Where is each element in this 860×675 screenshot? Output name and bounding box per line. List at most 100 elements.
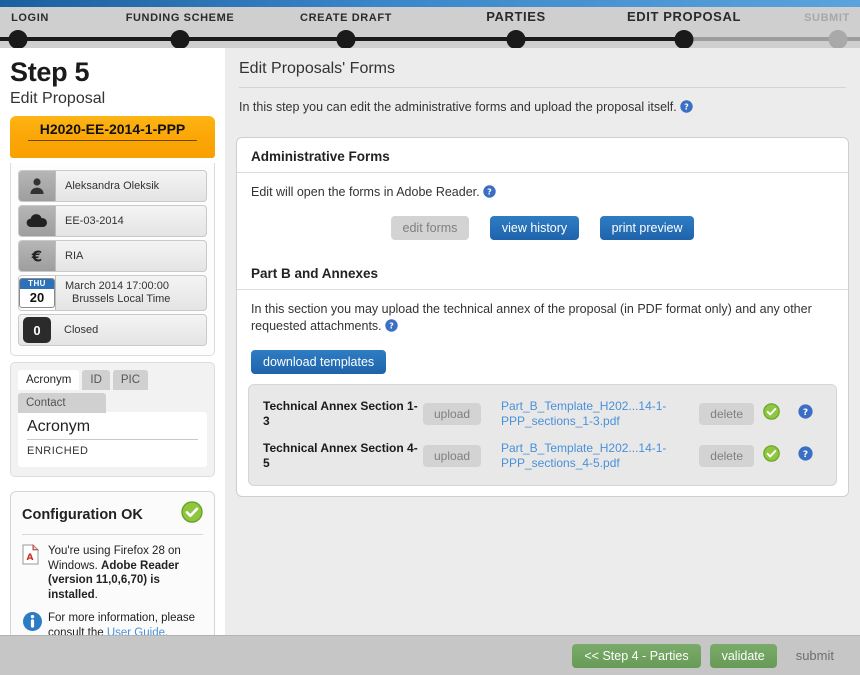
help-icon[interactable]: ? xyxy=(385,319,398,337)
annex-delete-cell: delete xyxy=(684,403,754,425)
tab-panel-acronym: Acronym ENRICHED xyxy=(18,412,207,467)
deadline-timezone: Brussels Local Time xyxy=(72,293,171,305)
info-row-status-text: Closed xyxy=(64,323,99,336)
euro-icon: € xyxy=(19,241,56,271)
annex-row-label: Technical Annex Section 4-5 xyxy=(263,441,418,470)
upload-button[interactable]: upload xyxy=(423,445,482,467)
delete-button[interactable]: delete xyxy=(699,445,754,467)
page-title: Step 5 xyxy=(10,57,90,87)
annex-file-cell: Part_B_Template_H202...14-1-PPP_sections… xyxy=(501,399,684,429)
help-icon[interactable]: ? xyxy=(483,185,496,203)
delete-button[interactable]: delete xyxy=(699,403,754,425)
content-title: Edit Proposals' Forms xyxy=(239,60,846,88)
download-templates-row: download templates xyxy=(237,337,848,374)
help-icon[interactable]: ? xyxy=(788,446,822,466)
info-row-contact-text: Aleksandra Oleksik xyxy=(65,179,160,192)
view-history-button[interactable]: view history xyxy=(489,216,580,240)
step-dot-funding-scheme[interactable] xyxy=(170,30,190,49)
content-intro-text: In this step you can edit the administra… xyxy=(239,100,677,114)
info-row-topic: EE-03-2014 xyxy=(18,205,207,237)
call-identifier-banner: H2020-EE-2014-1-PPP xyxy=(10,116,215,158)
step-label-edit-proposal[interactable]: EDIT PROPOSAL xyxy=(627,9,741,24)
green-check-icon xyxy=(754,403,788,425)
part-b-description: In this section you may upload the techn… xyxy=(237,290,848,337)
back-to-step4-button[interactable]: << Step 4 - Parties xyxy=(572,643,701,668)
help-icon[interactable]: ? xyxy=(788,404,822,424)
page-body: Step 5 Edit Proposal H2020-EE-2014-1-PPP… xyxy=(0,48,860,652)
step-dot-submit xyxy=(828,30,848,49)
main-content: Edit Proposals' Forms In this step you c… xyxy=(225,48,860,642)
edit-forms-button[interactable]: edit forms xyxy=(390,216,470,240)
info-row-deadline: THU 20 March 2014 17:00:00 Brussels Loca… xyxy=(18,275,207,311)
annex-upload-cell: upload xyxy=(423,403,501,425)
help-icon[interactable]: ? xyxy=(680,100,693,116)
stepper-track xyxy=(0,30,860,49)
info-row-contact: Aleksandra Oleksik xyxy=(18,170,207,202)
annex-delete-cell: delete xyxy=(684,445,754,467)
administrative-forms-description-text: Edit will open the forms in Adobe Reader… xyxy=(251,185,480,199)
step-dot-create-draft[interactable] xyxy=(336,30,356,49)
step-label-submit: SUBMIT xyxy=(804,12,850,24)
tab-contact[interactable]: Contact xyxy=(18,393,106,413)
download-templates-button[interactable]: download templates xyxy=(251,350,387,374)
info-row-deadline-text: March 2014 17:00:00 Brussels Local Time xyxy=(56,280,170,306)
annex-upload-cell: upload xyxy=(423,445,501,467)
step-label-create-draft[interactable]: CREATE DRAFT xyxy=(300,12,392,24)
pdf-icon: A xyxy=(22,543,48,602)
step-dot-parties[interactable] xyxy=(506,30,526,49)
svg-text:?: ? xyxy=(802,408,807,418)
annex-file-link[interactable]: Part_B_Template_H202...14-1-PPP_sections… xyxy=(501,441,666,470)
sidebar: Step 5 Edit Proposal H2020-EE-2014-1-PPP… xyxy=(0,48,225,652)
proposal-info-list: Aleksandra Oleksik EE-03-2014 € RIA THU … xyxy=(10,163,215,356)
configuration-reader-note: A You're using Firefox 28 on Windows. Ad… xyxy=(22,543,203,602)
tab-panel-heading: Acronym xyxy=(27,418,198,440)
configuration-title: Configuration OK xyxy=(22,506,143,523)
counter-badge: 0 xyxy=(19,315,55,345)
progress-stepper: LOGIN FUNDING SCHEME CREATE DRAFT PARTIE… xyxy=(0,7,860,49)
tab-id[interactable]: ID xyxy=(82,370,110,390)
reader-note-plain-2: . xyxy=(94,588,98,601)
table-row: Technical Annex Section 4-5 upload Part_… xyxy=(259,435,826,477)
table-row: Technical Annex Section 1-3 upload Part_… xyxy=(259,393,826,435)
info-row-topic-text: EE-03-2014 xyxy=(65,214,124,227)
annex-file-link[interactable]: Part_B_Template_H202...14-1-PPP_sections… xyxy=(501,399,666,428)
svg-text:?: ? xyxy=(802,450,807,460)
validate-button[interactable]: validate xyxy=(709,643,777,668)
part-b-description-text: In this section you may upload the techn… xyxy=(251,302,812,333)
info-row-status: 0 Closed xyxy=(18,314,207,346)
tab-acronym[interactable]: Acronym xyxy=(18,370,80,390)
footer-bar: << Step 4 - Parties validate submit xyxy=(0,635,860,675)
content-header: Edit Proposals' Forms xyxy=(225,48,860,88)
green-check-icon xyxy=(181,501,203,528)
svg-text:?: ? xyxy=(487,188,492,197)
cloud-icon xyxy=(19,206,56,236)
step-dot-edit-proposal[interactable] xyxy=(674,30,694,49)
part-b-title: Part B and Annexes xyxy=(237,255,848,290)
application-window: LOGIN FUNDING SCHEME CREATE DRAFT PARTIE… xyxy=(0,0,860,675)
svg-text:€: € xyxy=(31,248,42,266)
administrative-forms-description: Edit will open the forms in Adobe Reader… xyxy=(237,173,848,203)
content-intro: In this step you can edit the administra… xyxy=(225,88,860,116)
print-preview-button[interactable]: print preview xyxy=(599,216,695,240)
call-identifier-text: H2020-EE-2014-1-PPP xyxy=(39,121,186,137)
counter-badge-value: 0 xyxy=(23,317,51,343)
submit-button: submit xyxy=(795,648,834,663)
step-label-funding-scheme[interactable]: FUNDING SCHEME xyxy=(126,12,235,24)
configuration-reader-text: You're using Firefox 28 on Windows. Adob… xyxy=(48,544,203,602)
info-row-action-type-text: RIA xyxy=(65,249,84,262)
administrative-forms-buttons: edit forms view history print preview xyxy=(237,203,848,240)
administrative-forms-title: Administrative Forms xyxy=(237,138,848,173)
configuration-card: Configuration OK A You're using Firefox … xyxy=(10,491,215,652)
administrative-forms-panel: Administrative Forms Edit will open the … xyxy=(236,137,849,497)
upload-button[interactable]: upload xyxy=(423,403,482,425)
step-label-login[interactable]: LOGIN xyxy=(11,12,49,24)
step-label-parties[interactable]: PARTIES xyxy=(486,9,546,24)
calendar-day: 20 xyxy=(29,290,45,305)
call-banner-rule xyxy=(28,140,197,141)
tab-pic[interactable]: PIC xyxy=(112,370,149,390)
step-dot-login[interactable] xyxy=(8,30,28,49)
svg-text:?: ? xyxy=(389,322,394,331)
info-row-action-type: € RIA xyxy=(18,240,207,272)
calendar-weekday: THU xyxy=(20,279,54,289)
svg-text:?: ? xyxy=(684,103,689,112)
